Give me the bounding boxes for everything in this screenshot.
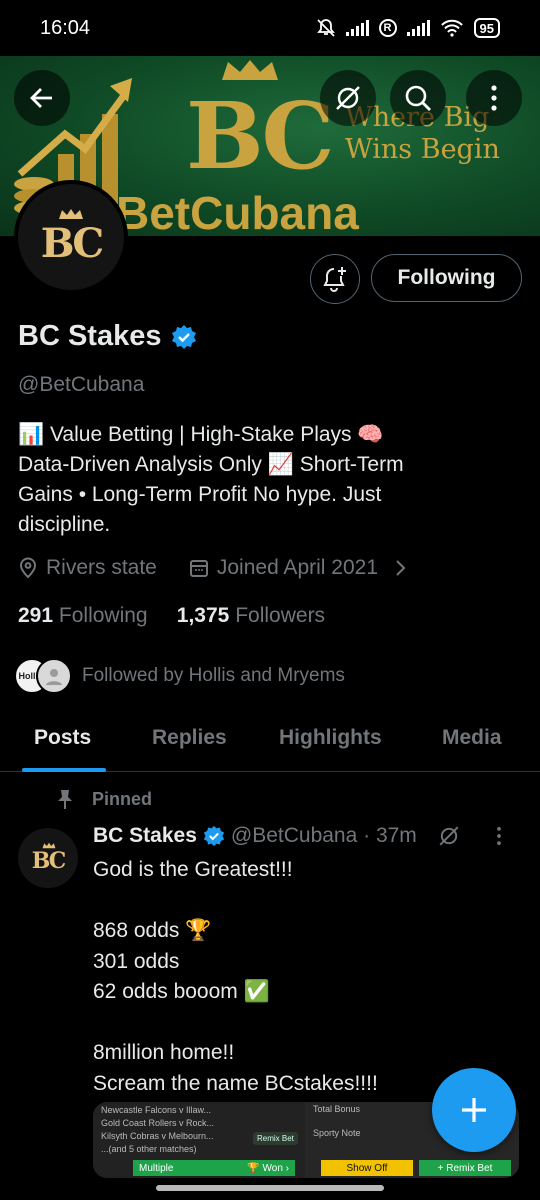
tab-replies[interactable]: Replies (152, 726, 227, 750)
profile-location: Rivers state (46, 556, 157, 579)
profile-name-row: BC Stakes (18, 320, 197, 353)
profile-name: BC Stakes (18, 320, 162, 352)
avatar-crown-icon (59, 209, 83, 219)
follow-counts: 291 Following 1,375 Followers (18, 604, 325, 628)
bio-line: Gains • Long-Term Profit No hype. Just (18, 483, 382, 506)
profile-handle: @BetCubana (18, 373, 145, 396)
search-button[interactable] (390, 70, 446, 126)
status-time: 16:04 (40, 16, 91, 39)
multiple-won-bar: Multiple 🏆 Won › (133, 1160, 295, 1176)
banner-brand: BetCubana (116, 187, 359, 236)
post-author[interactable]: BC Stakes (93, 824, 197, 848)
media-bet-list: Newcastle Falcons v Illaw... Gold Coast … (93, 1102, 305, 1178)
post-line: 8million home!! (93, 1041, 235, 1064)
following-count: 291 (18, 604, 54, 627)
pin-icon (58, 790, 72, 809)
verified-badge-icon (203, 825, 225, 847)
bio-line: discipline. (18, 513, 111, 536)
followers-label: Followers (235, 604, 326, 627)
crown-graphic (222, 60, 278, 80)
active-tab-indicator (22, 768, 106, 772)
verified-badge-icon[interactable] (171, 324, 197, 350)
tab-posts[interactable]: Posts (34, 726, 91, 750)
avatar-monogram: BC (40, 219, 104, 267)
post-line: God is the Greatest!!! (93, 858, 293, 881)
notify-button[interactable] (310, 254, 360, 304)
following-link[interactable]: 291 Following (18, 604, 148, 627)
profile-avatar[interactable]: BC (14, 180, 128, 294)
post-line: 868 odds 🏆 (93, 919, 212, 942)
match-row: Gold Coast Rollers v Rock... (101, 1118, 215, 1128)
banner-tagline-line2: Wins Begin (345, 134, 500, 165)
following-button[interactable]: Following (371, 254, 522, 302)
profile-meta: Rivers state Joined April 2021 (18, 556, 408, 580)
match-row: Newcastle Falcons v Illaw... (101, 1105, 212, 1115)
grok-icon[interactable] (437, 824, 461, 848)
status-bar: 16:04 R 95 (0, 0, 540, 56)
more-vertical-icon (491, 85, 497, 111)
post-meta: @BetCubana · 37m (230, 824, 417, 847)
followed-by-row[interactable]: Hollis. Followed by Hollis and Mryems (14, 658, 345, 694)
post-header: BC Stakes @BetCubana · 37m (93, 824, 503, 848)
bio-line: 📊 Value Betting | High-Stake Plays 🧠 (18, 423, 384, 446)
grok-button[interactable] (320, 70, 376, 126)
status-icons: R 95 (316, 18, 500, 38)
back-button[interactable] (14, 70, 70, 126)
signal-icon-2 (406, 20, 430, 36)
followed-by-text: Followed by Hollis and Mryems (82, 665, 345, 686)
profile-tabs: Posts Replies Highlights Media (0, 710, 540, 772)
signal-icon (345, 20, 369, 36)
grok-icon (336, 86, 360, 110)
person-icon (46, 669, 62, 685)
remix-bet-tag: Remix Bet (253, 1132, 298, 1145)
calendar-icon (189, 560, 208, 577)
post-avatar[interactable]: BC (18, 828, 78, 888)
profile-bio: 📊 Value Betting | High-Stake Plays 🧠 Dat… (18, 420, 518, 540)
bell-plus-icon (323, 267, 346, 292)
post-avatar-monogram: BC (31, 848, 66, 874)
post-line (93, 1008, 513, 1039)
location-pin-icon (19, 557, 37, 579)
battery-indicator: 95 (473, 18, 500, 38)
post-line (93, 886, 513, 917)
post-text: God is the Greatest!!! 868 odds 🏆 301 od… (93, 855, 513, 1099)
more-button[interactable] (466, 70, 522, 126)
won-label: 🏆 Won › (247, 1162, 289, 1174)
banner-monogram: BC (186, 82, 335, 190)
remix-bet-button: + Remix Bet (419, 1160, 511, 1176)
back-arrow-icon (30, 88, 52, 108)
following-label: Following (58, 604, 148, 627)
tab-media[interactable]: Media (442, 726, 502, 750)
post-line: 62 odds booom ✅ (93, 980, 270, 1003)
home-indicator[interactable] (156, 1185, 384, 1191)
followers-count: 1,375 (176, 604, 230, 627)
multiple-label: Multiple (139, 1162, 174, 1174)
follower-avatar (36, 658, 72, 694)
post-line: 301 odds (93, 949, 180, 973)
more-vertical-icon[interactable] (495, 826, 503, 846)
pinned-label-row: Pinned (56, 788, 152, 810)
roaming-icon: R (378, 19, 397, 37)
show-off-button: Show Off (321, 1160, 413, 1176)
compose-button[interactable] (432, 1068, 516, 1152)
profile-joined: Joined April 2021 (216, 556, 378, 579)
wifi-icon (440, 19, 463, 37)
avatar-crown-icon (42, 842, 56, 849)
chevron-right-icon[interactable] (392, 558, 408, 578)
search-icon (405, 85, 431, 111)
pinned-label: Pinned (92, 788, 153, 809)
tab-highlights[interactable]: Highlights (279, 726, 382, 750)
plus-icon (462, 1098, 486, 1122)
bio-line: Data-Driven Analysis Only 📈 Short-Term (18, 453, 404, 476)
followers-link[interactable]: 1,375 Followers (177, 604, 325, 627)
mute-icon (316, 19, 335, 37)
